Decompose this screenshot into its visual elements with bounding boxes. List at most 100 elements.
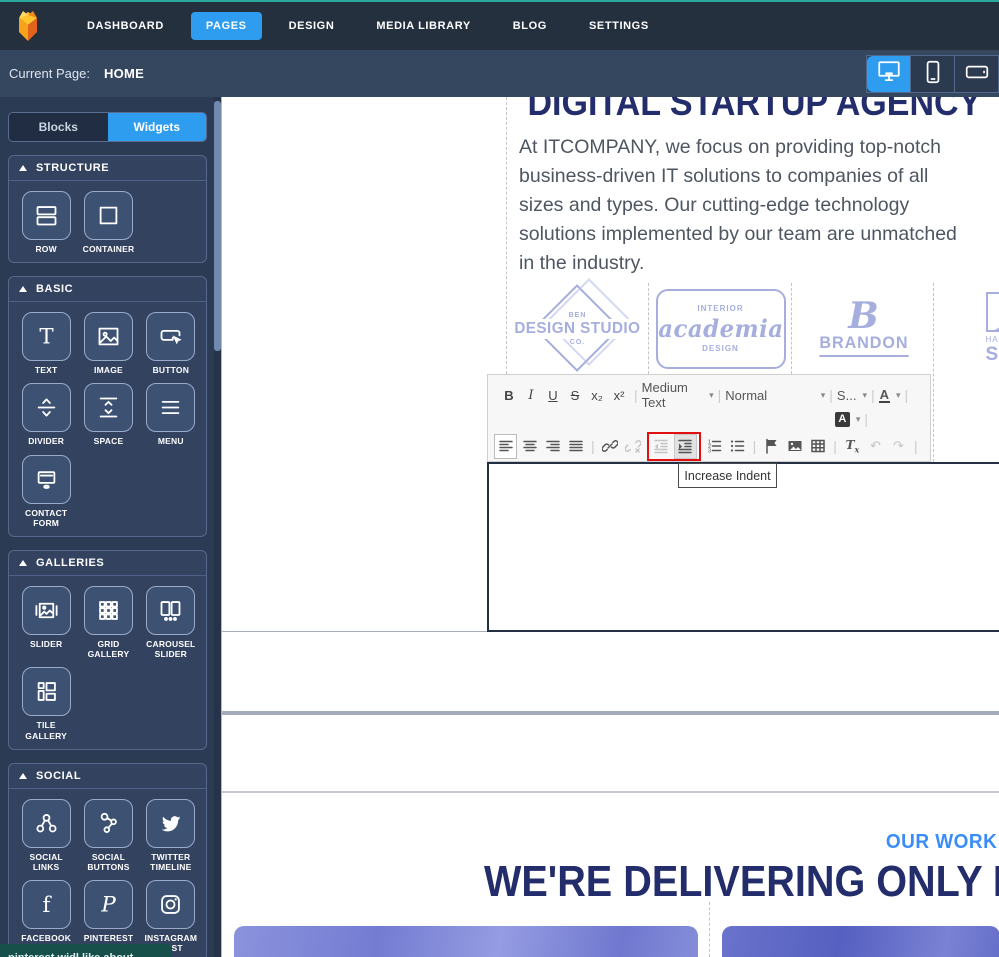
widget-label: CONTACT FORM [24,507,68,528]
tablet-portrait-icon [920,59,946,90]
widget-row[interactable]: ROW [15,191,77,254]
divider-icon [21,383,71,433]
nav-item-design[interactable]: DESIGN [274,12,350,40]
align-right-button[interactable] [542,435,563,458]
indent-icon [677,438,693,454]
instagram-icon [146,880,196,930]
slider-icon [21,585,71,635]
top-navbar: DASHBOARD PAGES DESIGN MEDIA LIBRARY BLOG SET… [0,0,999,50]
indent-buttons-highlight [646,431,701,461]
device-tablet-landscape-button[interactable] [955,56,999,92]
work-photo-2[interactable] [722,926,999,957]
underline-button[interactable]: U [543,384,563,406]
widget-text[interactable]: T TEXT [15,312,77,375]
section-header-basic[interactable]: BASIC [9,277,206,303]
svg-text:3: 3 [708,449,711,455]
ordered-list-button[interactable]: 123 [704,435,725,458]
page-paragraph[interactable]: At ITCOMPANY, we focus on providing top-… [519,133,961,278]
page-headline[interactable]: DIGITAL STARTUP AGENCY [527,97,981,124]
nav-item-settings[interactable]: SETTINGS [574,12,664,40]
widget-carousel-slider[interactable]: CAROUSEL SLIDER [140,585,202,659]
font-color-dropdown[interactable]: A ▾ [878,388,901,403]
toolbar-separator: | [752,438,757,454]
work-photo-1[interactable] [234,926,698,957]
paragraph-style-dropdown[interactable]: Normal ▾ [725,388,825,403]
widget-label: SPACE [93,436,124,447]
styles-dropdown[interactable]: S... ▾ [837,388,867,403]
link-icon [602,438,619,454]
italic-button[interactable]: I [521,384,541,406]
ordered-list-icon: 123 [706,438,722,454]
align-left-icon [498,438,514,454]
unlink-button [623,435,644,458]
align-left-button[interactable] [494,433,517,459]
section-title: GALLERIES [36,556,105,569]
page-canvas[interactable]: DIGITAL STARTUP AGENCY At ITCOMPANY, we … [221,97,999,957]
unordered-list-button[interactable] [727,435,748,458]
brand-logo-icon[interactable] [8,6,48,46]
tab-blocks[interactable]: Blocks [9,113,108,141]
sidebar-scrollbar[interactable] [214,97,221,957]
client-logo[interactable]: INTERIOR academia DESIGN [649,283,792,374]
section-header-social[interactable]: SOCIAL [9,764,206,789]
indent-button[interactable] [673,433,697,459]
image-button[interactable] [784,435,805,458]
widget-divider[interactable]: DIVIDER [15,383,77,446]
social-links-icon [21,798,71,848]
nav-item-blog[interactable]: BLOG [498,12,562,40]
widget-grid-gallery[interactable]: GRID GALLERY [77,585,139,659]
widget-space[interactable]: SPACE [77,383,139,446]
widget-slider[interactable]: SLIDER [15,585,77,659]
align-center-button[interactable] [519,435,540,458]
current-page-name[interactable]: HOME [104,66,144,81]
nav-item-dashboard[interactable]: DASHBOARD [72,12,179,40]
section-heading[interactable]: WE'RE DELIVERING ONLY EXCE [484,857,999,907]
widget-menu[interactable]: MENU [140,383,202,446]
sidebar-scrollbar-thumb[interactable] [214,101,221,351]
our-work-label[interactable]: OUR WORK [886,831,997,854]
increase-indent-tooltip: Increase Indent [678,463,777,488]
table-button[interactable] [807,435,828,458]
device-desktop-button[interactable] [867,56,911,92]
subscript-button[interactable]: x₂ [587,384,607,406]
widget-social-buttons[interactable]: SOCIAL BUTTONS [77,798,139,872]
section-header-galleries[interactable]: GALLERIES [9,551,206,576]
section-title: STRUCTURE [36,162,110,174]
device-tablet-portrait-button[interactable] [911,56,955,92]
nav-item-pages[interactable]: PAGES [190,12,262,40]
superscript-button[interactable]: x² [609,384,629,406]
widget-social-links[interactable]: SOCIAL LINKS [15,798,77,872]
section-header-structure[interactable]: STRUCTURE [9,156,206,181]
tab-widgets[interactable]: Widgets [107,113,206,141]
widget-container[interactable]: CONTAINER [77,191,139,254]
client-logo[interactable]: BEN DESIGN STUDIO CO. [506,283,649,374]
collapse-triangle-icon [19,559,27,566]
widget-label: DIVIDER [28,436,65,447]
widget-pinterest-board[interactable]: P PINTEREST BOARD [77,880,139,953]
client-logo[interactable]: B BRANDON [792,283,935,374]
background-color-dropdown[interactable]: A ▾ [834,411,860,427]
flag-button[interactable] [761,435,782,458]
undo-icon: ↶ [869,438,881,453]
widget-image[interactable]: IMAGE [77,312,139,375]
client-logo[interactable]: H HANDC STU [935,283,999,374]
align-justify-button[interactable] [565,435,586,458]
widget-button[interactable]: BUTTON [140,312,202,375]
font-size-dropdown[interactable]: Medium Text ▾ [642,380,714,410]
widget-tile-gallery[interactable]: TILE GALLERY [15,667,77,741]
widget-label: TWITTER TIMELINE [150,851,192,872]
clear-format-button[interactable]: Tx [842,435,863,458]
widget-twitter-timeline[interactable]: TWITTER TIMELINE [140,798,202,872]
svg-text:f: f [42,893,52,918]
rich-text-toolbar: B I U S x₂ x² | Medium Text ▾ | Normal ▾ | [487,374,931,462]
widget-instagram-post[interactable]: INSTAGRAM POST [140,880,202,953]
bold-button[interactable]: B [499,384,519,406]
widget-contact-form[interactable]: CONTACT FORM [15,454,77,528]
toolbar-separator: | [591,438,595,454]
strikethrough-button[interactable]: S [565,384,585,406]
client-logos-row: BEN DESIGN STUDIO CO. INTERIOR academia … [506,283,999,374]
nav-item-media-library[interactable]: MEDIA LIBRARY [361,12,485,40]
link-button[interactable] [600,435,621,458]
align-center-icon [522,438,538,454]
widget-facebook-feed[interactable]: f FACEBOOK FEED [15,880,77,953]
